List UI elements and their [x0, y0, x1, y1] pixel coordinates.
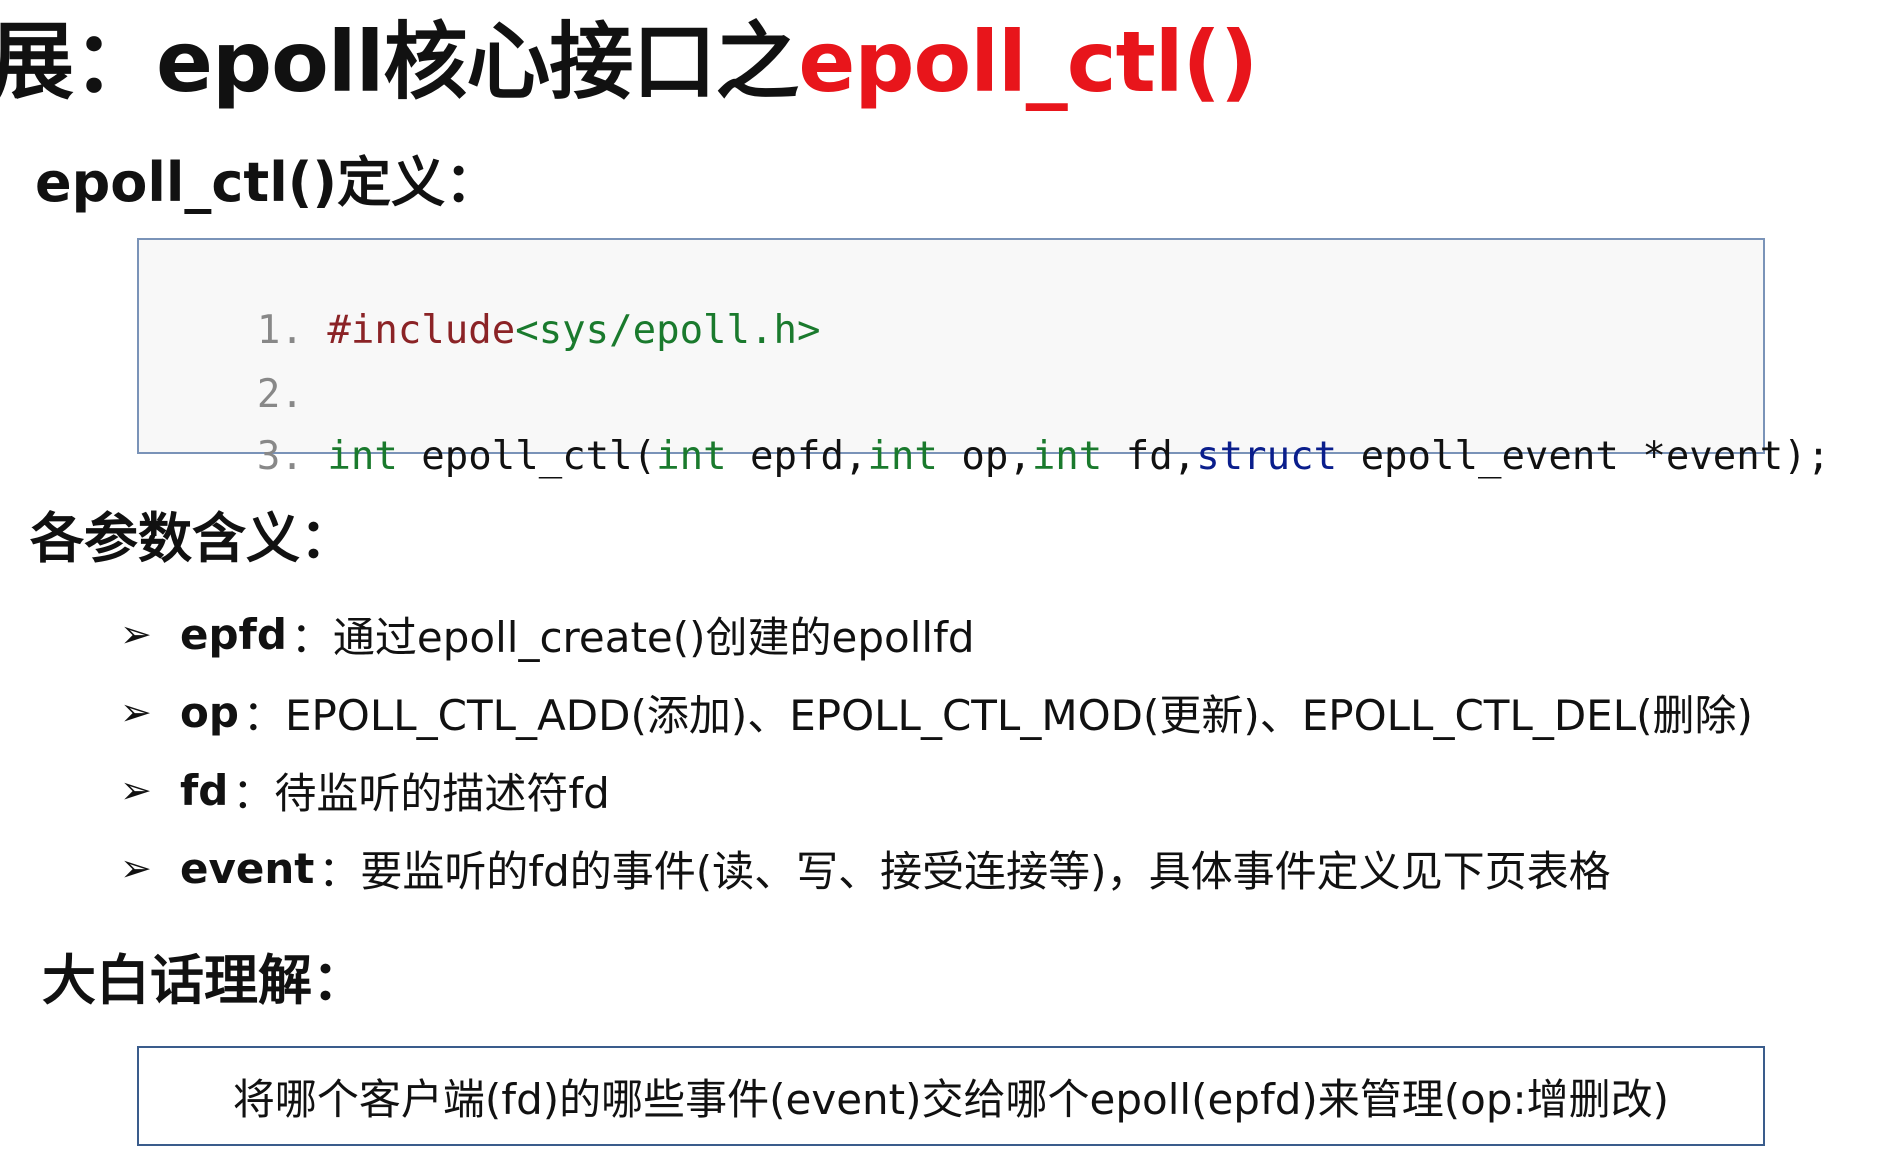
code-token: epoll_event *event); — [1337, 434, 1831, 479]
list-item: ➢ fd：待监听的描述符fd — [120, 751, 1753, 829]
code-token: op, — [937, 434, 1032, 479]
code-token: int — [656, 434, 727, 479]
summary-text: 将哪个客户端(fd)的哪些事件(event)交给哪个epoll(epfd)来管理… — [232, 1074, 1670, 1124]
param-sep: ： — [242, 690, 285, 740]
param-key: epfd — [180, 609, 287, 659]
code-token: epoll_ctl( — [397, 434, 657, 479]
list-item: ➢ epfd：通过epoll_create()创建的epollfd — [120, 595, 1753, 673]
arrow-bullet-icon: ➢ — [120, 846, 152, 890]
param-key: fd — [180, 765, 229, 815]
definition-heading: epoll_ctl()定义： — [35, 151, 500, 214]
line-number: 3. — [256, 434, 304, 479]
page-title-prefix: 展：epoll核心接口之 — [0, 13, 799, 111]
code-token: fd, — [1102, 434, 1197, 479]
code-line-3: 3. int epoll_ctl(int epfd,int op,int fd,… — [163, 382, 1830, 532]
code-token: int — [1031, 434, 1103, 479]
param-desc: 待监听的描述符fd — [274, 768, 610, 818]
param-key: op — [180, 687, 239, 737]
code-token: int — [867, 434, 938, 479]
list-item: ➢ op： EPOLL_CTL_ADD(添加)、EPOLL_CTL_MOD(更新)… — [120, 673, 1753, 751]
param-sep: ： — [290, 612, 333, 662]
params-heading: 各参数含义： — [30, 507, 354, 570]
code-token: <sys/epoll.h> — [515, 308, 821, 353]
code-block: 1. #include<sys/epoll.h> 2. 3. int epoll… — [137, 238, 1830, 479]
summary-heading: 大白话理解： — [42, 949, 366, 1012]
param-desc: 要监听的fd的事件(读、写、接受连接等)，具体事件定义见下页表格 — [360, 846, 1611, 896]
code-token: epfd, — [726, 434, 868, 479]
code-token: int — [327, 434, 398, 479]
param-sep: ： — [232, 768, 275, 818]
param-sep: ： — [318, 846, 361, 896]
arrow-bullet-icon: ➢ — [120, 768, 152, 812]
list-item: ➢ event：要监听的fd的事件(读、写、接受连接等)，具体事件定义见下页表格 — [120, 829, 1753, 907]
page-title-highlight: epoll_ctl() — [798, 13, 1258, 111]
param-desc: EPOLL_CTL_ADD(添加)、EPOLL_CTL_MOD(更新)、EPOL… — [284, 690, 1753, 740]
param-desc: 通过epoll_create()创建的epollfd — [332, 612, 975, 662]
arrow-bullet-icon: ➢ — [120, 612, 152, 656]
param-list: ➢ epfd：通过epoll_create()创建的epollfd ➢ op： E… — [120, 595, 1753, 907]
summary-box: 将哪个客户端(fd)的哪些事件(event)交给哪个epoll(epfd)来管理… — [137, 1046, 1765, 1146]
code-token: #include — [327, 308, 516, 353]
param-key: event — [180, 843, 315, 893]
code-token: struct — [1196, 434, 1338, 479]
page-title: 展：epoll核心接口之epoll_ctl() — [0, 12, 1258, 112]
arrow-bullet-icon: ➢ — [120, 690, 152, 734]
